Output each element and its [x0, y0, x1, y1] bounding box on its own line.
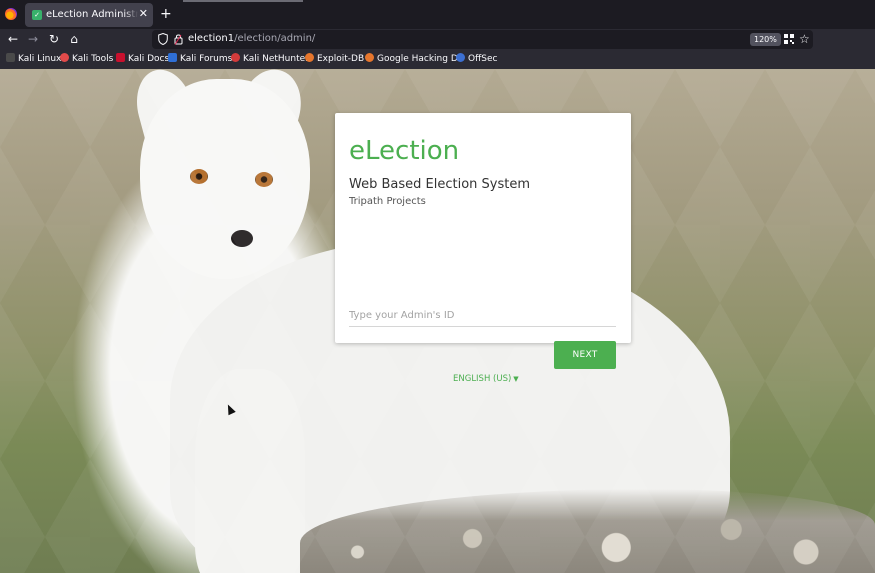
qr-code-icon[interactable]: [784, 34, 794, 44]
tab-strip: ✓ eLection Administration L ✕ +: [0, 0, 875, 29]
login-card: eLection Web Based Election System Tripa…: [335, 113, 631, 369]
bookmark-offsec[interactable]: OffSec: [456, 52, 497, 66]
shield-icon[interactable]: [158, 33, 168, 45]
url-bar[interactable]: election1/election/admin/ 120% ☆: [152, 30, 813, 49]
bookmark-kali-linux[interactable]: Kali Linux: [6, 52, 61, 66]
url-path: /election/admin/: [234, 33, 316, 44]
system-subtitle: Web Based Election System: [349, 177, 530, 192]
navigation-bar: ← → ↻ ⌂ election1/election/admin/ 120% ☆: [0, 29, 875, 49]
bookmark-kali-tools[interactable]: Kali Tools: [60, 52, 113, 66]
language-label: ENGLISH (US): [453, 374, 512, 384]
zoom-level-button[interactable]: 120%: [750, 33, 781, 46]
exploit-db-icon: [305, 53, 314, 62]
tab-election-admin[interactable]: ✓ eLection Administration L ✕: [25, 3, 153, 27]
vendor-name: Tripath Projects: [349, 196, 426, 207]
kali-tools-icon: [60, 53, 69, 62]
bookmark-star-icon[interactable]: ☆: [799, 32, 810, 46]
kali-nethunter-icon: [231, 53, 240, 62]
brand-title: eLection: [349, 136, 460, 166]
shield-check-favicon-icon: ✓: [32, 10, 42, 20]
tab-close-icon[interactable]: ✕: [139, 7, 148, 21]
url-text[interactable]: election1/election/admin/: [188, 32, 315, 46]
bookmark-google-hacking-db[interactable]: Google Hacking DB: [365, 52, 464, 66]
firefox-menu-icon[interactable]: [5, 8, 17, 20]
tab-title: eLection Administration L: [46, 9, 138, 20]
tab-strip-accent: [183, 0, 303, 2]
caret-down-icon: ▼: [513, 375, 519, 383]
admin-id-input[interactable]: [349, 305, 616, 327]
bookmark-exploit-db[interactable]: Exploit-DB: [305, 52, 364, 66]
new-tab-button[interactable]: +: [160, 6, 172, 22]
bookmark-kali-docs[interactable]: Kali Docs: [116, 52, 169, 66]
lock-icon[interactable]: [174, 33, 183, 45]
home-button[interactable]: ⌂: [66, 31, 82, 47]
bookmark-kali-nethunter[interactable]: Kali NetHunter: [231, 52, 309, 66]
kali-docs-icon: [116, 53, 125, 62]
reload-button[interactable]: ↻: [46, 31, 62, 47]
ghdb-icon: [365, 53, 374, 62]
back-button[interactable]: ←: [5, 31, 21, 47]
offsec-icon: [456, 53, 465, 62]
kali-forums-icon: [168, 53, 177, 62]
language-selector[interactable]: ENGLISH (US) ▼: [453, 373, 519, 385]
url-host: election1: [188, 33, 235, 44]
page-viewport: eLection Web Based Election System Tripa…: [0, 69, 875, 573]
bookmarks-bar: Kali Linux Kali Tools Kali Docs Kali For…: [0, 49, 875, 69]
forward-button[interactable]: →: [25, 31, 41, 47]
bookmark-kali-forums[interactable]: Kali Forums: [168, 52, 232, 66]
next-button[interactable]: NEXT: [554, 341, 616, 369]
kali-dragon-icon: [6, 53, 15, 62]
